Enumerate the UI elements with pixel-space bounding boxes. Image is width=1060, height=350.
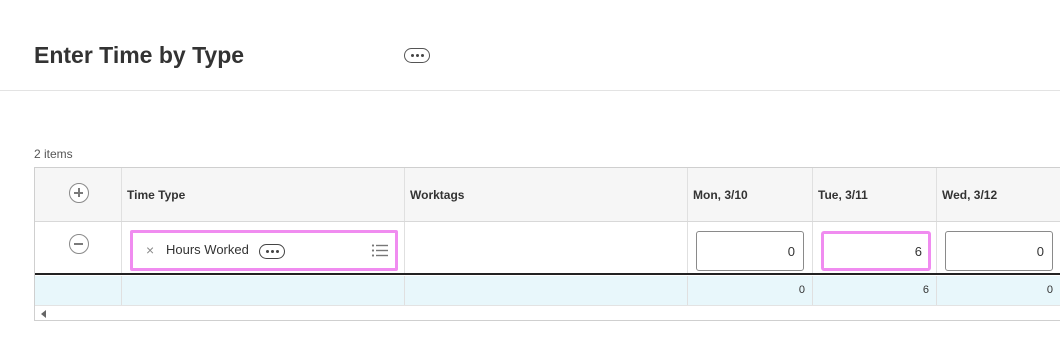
total-tue: 6 bbox=[922, 284, 929, 296]
dot bbox=[270, 250, 274, 253]
add-row-icon[interactable] bbox=[69, 183, 89, 203]
hours-input-tue[interactable]: 6 bbox=[821, 231, 931, 271]
header-tue: Tue, 3/11 bbox=[813, 168, 937, 221]
related-actions-button[interactable] bbox=[404, 48, 430, 63]
grid-header-row: Time Type Worktags Mon, 3/10 Tue, 3/11 W… bbox=[35, 168, 1060, 222]
total-wed: 0 bbox=[1046, 284, 1053, 296]
time-type-value: Hours Worked bbox=[166, 242, 249, 257]
header-add-cell bbox=[35, 168, 122, 221]
dot bbox=[410, 54, 414, 57]
scroll-left-icon[interactable] bbox=[41, 310, 46, 318]
header-divider bbox=[0, 90, 1060, 91]
remove-row-icon[interactable] bbox=[69, 234, 89, 254]
column-header-time-type: Time Type bbox=[127, 188, 186, 202]
dot bbox=[415, 54, 419, 57]
header-mon: Mon, 3/10 bbox=[688, 168, 813, 221]
column-header-mon: Mon, 3/10 bbox=[693, 188, 748, 202]
time-type-prompt[interactable]: × Hours Worked bbox=[130, 230, 398, 271]
grid-bottom-border bbox=[34, 320, 1060, 321]
horizontal-scrollbar[interactable] bbox=[35, 305, 1060, 321]
dot bbox=[265, 250, 269, 253]
dot bbox=[420, 54, 424, 57]
close-icon[interactable]: × bbox=[146, 242, 154, 258]
column-header-tue: Tue, 3/11 bbox=[818, 188, 868, 202]
worktags-cell[interactable] bbox=[405, 222, 688, 273]
column-header-worktags: Worktags bbox=[410, 188, 465, 202]
time-type-menu-button[interactable] bbox=[259, 244, 285, 259]
dot bbox=[275, 250, 279, 253]
header-wed: Wed, 3/12 bbox=[937, 168, 1060, 221]
total-mon: 0 bbox=[798, 284, 805, 296]
header-time-type: Time Type bbox=[122, 168, 405, 221]
list-icon[interactable] bbox=[371, 243, 389, 258]
hours-input-wed[interactable]: 0 bbox=[945, 231, 1053, 271]
items-count: 2 items bbox=[34, 147, 73, 161]
page-title: Enter Time by Type bbox=[34, 42, 245, 68]
column-header-wed: Wed, 3/12 bbox=[942, 188, 998, 202]
time-grid: Time Type Worktags Mon, 3/10 Tue, 3/11 W… bbox=[34, 167, 1060, 321]
header-worktags: Worktags bbox=[405, 168, 688, 221]
hours-input-mon[interactable]: 0 bbox=[696, 231, 804, 271]
